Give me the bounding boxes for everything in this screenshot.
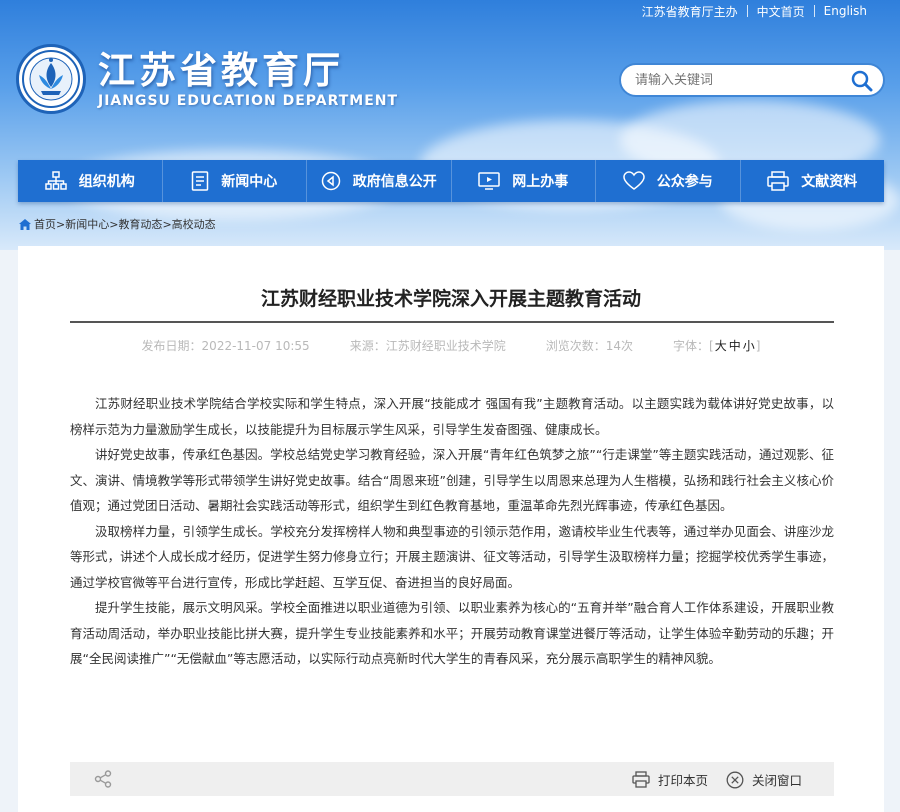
print-page-button[interactable]: 打印本页 — [632, 770, 708, 789]
printer-icon — [632, 771, 650, 788]
search-icon[interactable] — [851, 70, 873, 92]
breadcrumb-link-university-news[interactable]: 高校动态 — [172, 216, 216, 232]
home-icon — [19, 218, 31, 230]
main-nav: 组织机构 新闻中心 政府信息公开 网上办事 公众参与 文献资料 — [18, 160, 884, 202]
sponsor-text: 江苏省教育厅主办 — [641, 4, 738, 19]
font-small-button[interactable]: 小 — [743, 339, 755, 353]
article-footer-bar: 打印本页 关闭窗口 — [70, 762, 834, 796]
nav-label: 政府信息公开 — [352, 174, 437, 190]
nav-label: 文献资料 — [801, 174, 858, 190]
article-meta: 发布日期：2022-11-07 10:55 来源：江苏财经职业技术学院 浏览次数… — [18, 337, 884, 354]
close-window-button[interactable]: 关闭窗口 — [726, 770, 802, 789]
article-title: 江苏财经职业技术学院深入开展主题教育活动 — [260, 288, 641, 310]
view-count-value: 14次 — [605, 339, 634, 353]
print-label: 打印本页 — [658, 773, 709, 788]
title-divider — [70, 321, 834, 323]
breadcrumb-separator: > — [109, 217, 119, 231]
document-icon — [192, 171, 209, 191]
site-name-cn: 江苏省教育厅 — [98, 49, 344, 92]
bracket-open: [ — [709, 339, 714, 353]
article-paragraph: 提升学生技能，展示文明风采。学校全面推进以职业道德为引领、以职业素养为核心的“五… — [70, 600, 834, 666]
info-disclosure-icon — [321, 171, 340, 191]
breadcrumb-home-link[interactable]: 首页 — [34, 216, 56, 232]
share-icon[interactable] — [94, 770, 112, 792]
font-large-button[interactable]: 大 — [715, 339, 727, 353]
source: 来源：江苏财经职业技术学院 — [350, 337, 506, 354]
breadcrumb-separator: > — [162, 217, 172, 231]
view-count-label: 浏览次数： — [545, 339, 606, 353]
nav-item-organization[interactable]: 组织机构 — [18, 160, 163, 202]
org-chart-icon — [45, 171, 67, 190]
view-count: 浏览次数：14次 — [546, 337, 633, 354]
site-name-en: JIANGSU EDUCATION DEPARTMENT — [98, 93, 399, 109]
chinese-home-link[interactable]: 中文首页 — [748, 3, 814, 20]
article-paragraph: 江苏财经职业技术学院结合学校实际和学生特点，深入开展“技能成才 强国有我”主题教… — [70, 396, 834, 437]
top-links-bar: 江苏省教育厅主办 中文首页 English — [633, 2, 876, 20]
search-box — [619, 63, 885, 97]
emblem-icon — [16, 44, 86, 114]
heart-icon — [622, 171, 645, 190]
breadcrumb-link-edu-news[interactable]: 教育动态 — [118, 216, 162, 232]
source-label: 来源： — [349, 339, 386, 353]
article-paragraph: 讲好党史故事，传承红色基因。学校总结党史学习教育经验，深入开展“青年红色筑梦之旅… — [70, 447, 834, 513]
nav-item-documents[interactable]: 文献资料 — [741, 160, 885, 202]
close-label: 关闭窗口 — [752, 773, 803, 788]
bracket-close: ] — [755, 339, 761, 353]
font-size-control: 字体：[大中小] — [673, 337, 760, 354]
publish-date: 发布日期：2022-11-07 10:55 — [142, 337, 310, 354]
font-size-label: 字体： — [673, 339, 710, 353]
article-paragraph: 汲取榜样力量，引领学生成长。学校充分发挥榜样人物和典型事迹的引领示范作用，邀请校… — [70, 523, 834, 590]
monitor-icon — [478, 172, 500, 190]
publish-date-value: 2022-11-07 10:55 — [201, 339, 310, 353]
publish-date-label: 发布日期： — [141, 339, 202, 353]
printer-icon — [767, 171, 789, 191]
close-icon — [726, 771, 744, 788]
header-background — [0, 0, 900, 250]
breadcrumb-separator: > — [56, 217, 66, 231]
search-input[interactable] — [635, 72, 835, 88]
article-container: 江苏财经职业技术学院深入开展主题教育活动 发布日期：2022-11-07 10:… — [18, 246, 884, 812]
breadcrumb: 首页 > 新闻中心 > 教育动态 > 高校动态 — [19, 216, 216, 232]
nav-item-online-service[interactable]: 网上办事 — [452, 160, 596, 202]
nav-item-gov-info[interactable]: 政府信息公开 — [307, 160, 452, 202]
english-link[interactable]: English — [815, 4, 876, 18]
nav-item-public-participation[interactable]: 公众参与 — [596, 160, 741, 202]
font-medium-button[interactable]: 中 — [729, 339, 741, 353]
nav-label: 组织机构 — [78, 174, 135, 190]
site-logo[interactable]: 江苏省教育厅 JIANGSU EDUCATION DEPARTMENT — [16, 44, 398, 114]
source-value: 江苏财经职业技术学院 — [385, 339, 506, 353]
article-body: 江苏财经职业技术学院结合学校实际和学生特点，深入开展“技能成才 强国有我”主题教… — [70, 391, 834, 672]
breadcrumb-link-news[interactable]: 新闻中心 — [65, 216, 109, 232]
nav-label: 新闻中心 — [221, 174, 278, 190]
nav-item-news-center[interactable]: 新闻中心 — [163, 160, 307, 202]
nav-label: 公众参与 — [656, 174, 713, 190]
nav-label: 网上办事 — [512, 174, 569, 190]
